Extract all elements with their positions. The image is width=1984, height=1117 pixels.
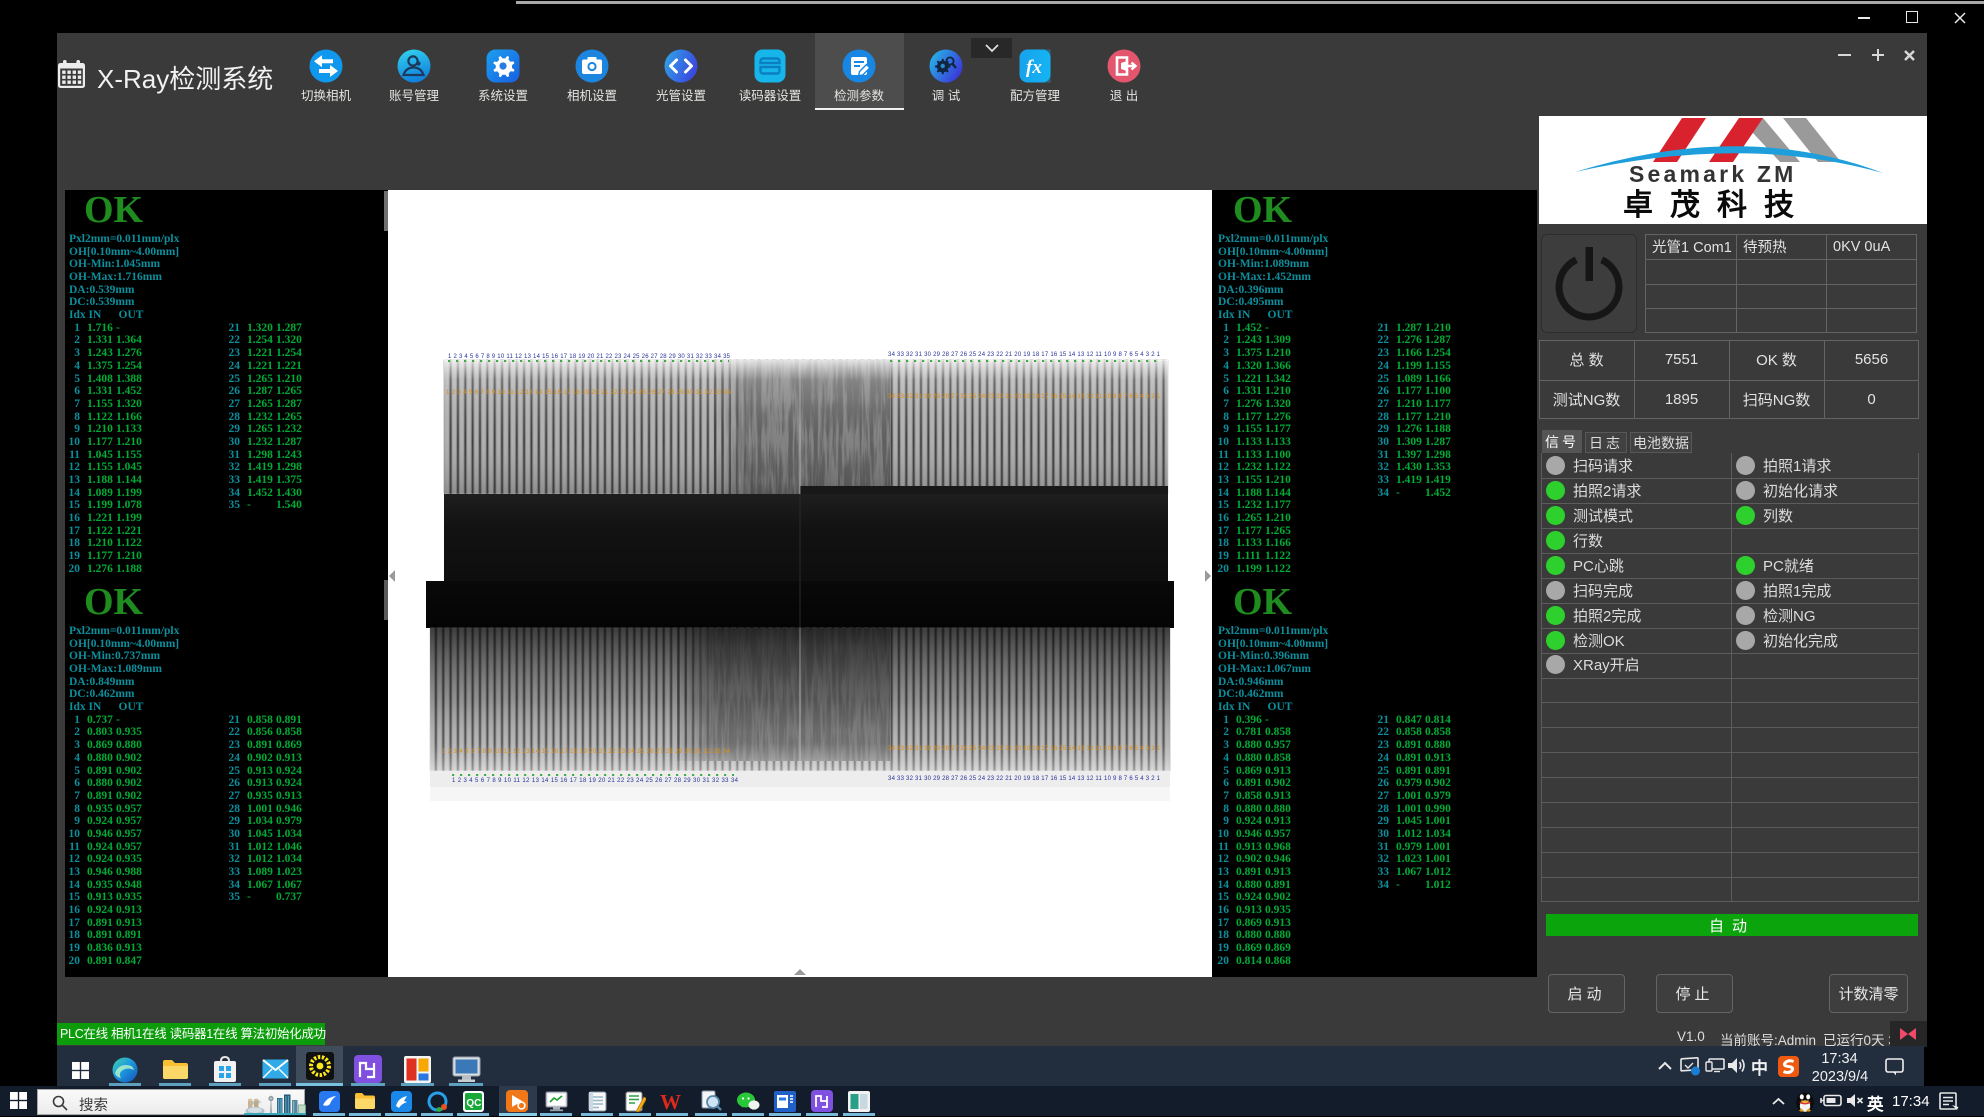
svg-text:QC: QC: [466, 1098, 481, 1109]
svg-text:卓茂科技: 卓茂科技: [1623, 189, 1811, 222]
svg-text:34 33 32 31 30 29 28 27 26 25: 34 33 32 31 30 29 28 27 26 25 24 23 22 2…: [888, 776, 1161, 782]
svg-text:34 33 32 31 30 29 28 27 26 25: 34 33 32 31 30 29 28 27 26 25 24 23 22 2…: [888, 352, 1161, 358]
svg-text:W: W: [660, 1091, 681, 1112]
svg-text:Seamark ZM: Seamark ZM: [1629, 161, 1797, 187]
svg-text:fx: fx: [1026, 57, 1042, 78]
svg-text:34 33 32 31 30 29 28 27 26 25: 34 33 32 31 30 29 28 27 26 25 24 23 22 2…: [888, 746, 1161, 752]
svg-text:1 2 3 4 5 6 7 8 9 10 11 12 13: 1 2 3 4 5 6 7 8 9 10 11 12 13 14 15 16 1…: [446, 390, 732, 396]
svg-text:1 2 3 4 5 6 7 8 9 10 11 12 13: 1 2 3 4 5 6 7 8 9 10 11 12 13 14 15 16 1…: [448, 354, 731, 360]
svg-text:1 2 3 4 5 6 7 8 9 10 11 12 13: 1 2 3 4 5 6 7 8 9 10 11 12 13 14 15 16 1…: [442, 749, 731, 755]
svg-text:34 33 32 31 30 29 28 27 26 25: 34 33 32 31 30 29 28 27 26 25 24 23 22 2…: [888, 394, 1161, 400]
svg-text:1 2 3 4 5 6 7 8 9 10 11 12 13: 1 2 3 4 5 6 7 8 9 10 11 12 13 14 15 16 1…: [452, 778, 739, 784]
